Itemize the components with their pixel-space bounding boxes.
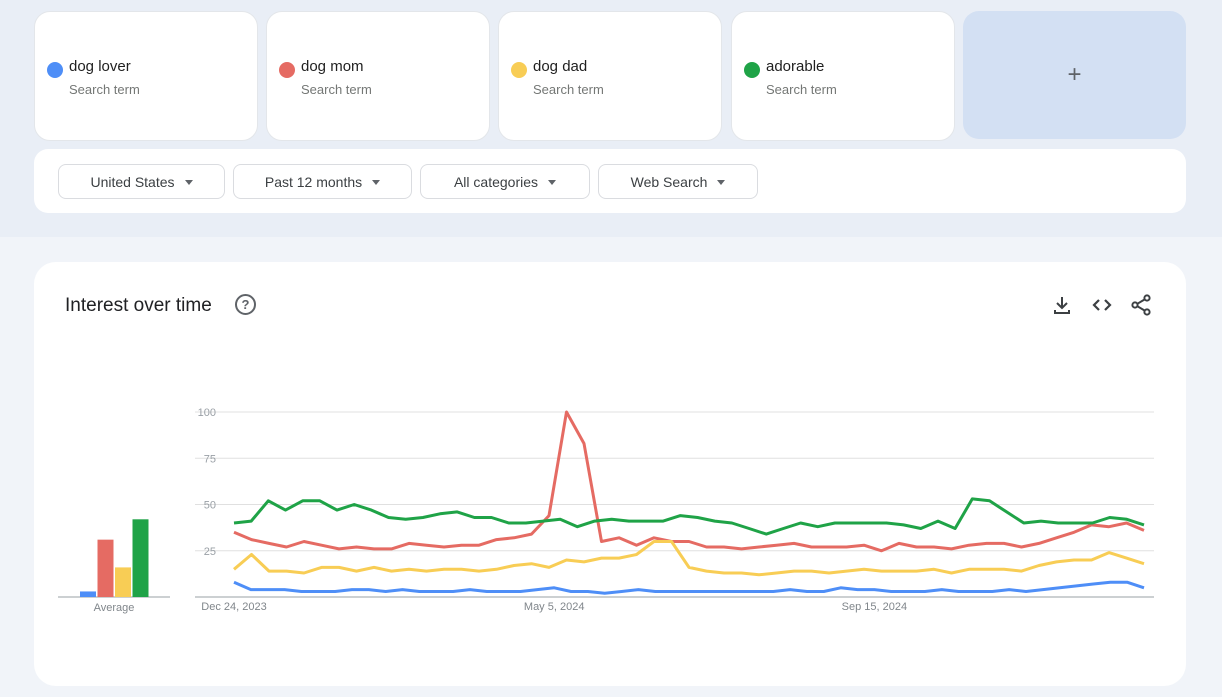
average-label: Average — [94, 602, 135, 614]
average-bar-dog-dad — [115, 567, 131, 597]
x-tick-label: Dec 24, 2023 — [201, 601, 266, 613]
series-line-dog-mom — [233, 410, 1145, 553]
interest-chart: Average 25 50 75 100 Dec 24, 2023 May 5, 2024… — [58, 407, 1154, 614]
average-bar-chart: Average — [58, 519, 170, 614]
y-tick-label: 100 — [198, 407, 216, 419]
average-bar-dog-mom — [97, 539, 114, 597]
series-line-dog-dad — [233, 540, 1145, 577]
line-chart: 25 50 75 100 Dec 24, 2023 May 5, 2024 Sep 15, … — [195, 407, 1154, 613]
y-tick-label: 50 — [204, 500, 216, 512]
y-tick-label: 75 — [204, 453, 216, 465]
average-bar-adorable — [132, 519, 149, 597]
series-line-dog-lover — [233, 580, 1145, 595]
x-tick-label: Sep 15, 2024 — [842, 601, 907, 613]
average-bar-dog-lover — [80, 591, 96, 597]
y-tick-label: 25 — [204, 546, 216, 558]
x-tick-label: May 5, 2024 — [524, 601, 585, 613]
